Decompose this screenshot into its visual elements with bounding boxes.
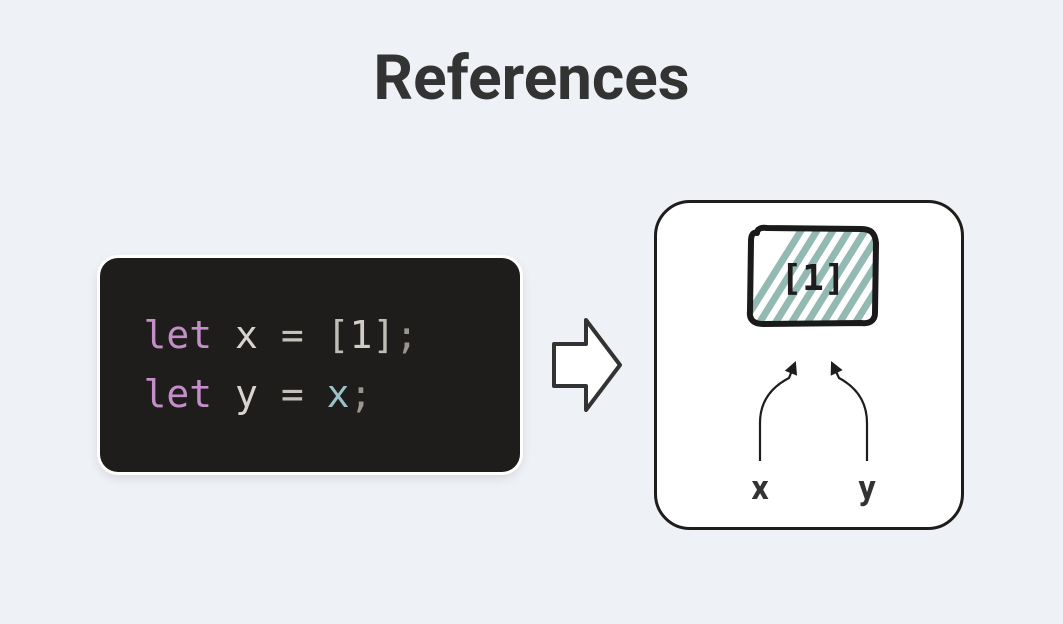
code-close-bracket: ] (372, 313, 395, 357)
code-semi: ; (395, 313, 418, 357)
code-eq: = (281, 372, 304, 416)
code-semi: ; (349, 372, 372, 416)
var-x-label: x (751, 468, 769, 508)
code-var-name: x (235, 313, 258, 357)
code-eq: = (281, 313, 304, 357)
code-keyword: let (144, 313, 213, 357)
code-line-1: let x = [1]; (144, 306, 476, 365)
code-var-name: y (235, 372, 258, 416)
slide-content: let x = [1]; let y = x; (0, 200, 1063, 530)
memory-value: [1] (780, 258, 845, 299)
code-number: 1 (349, 313, 372, 357)
slide-title: References (0, 0, 1063, 115)
slide: References let x = [1]; let y = x; (0, 0, 1063, 624)
code-reference: x (327, 372, 350, 416)
code-keyword: let (144, 372, 213, 416)
code-block: let x = [1]; let y = x; (100, 258, 520, 472)
code-open-bracket: [ (327, 313, 350, 357)
reference-diagram: [1] x y (654, 200, 964, 530)
var-y-label: y (858, 468, 876, 508)
code-line-2: let y = x; (144, 365, 476, 424)
arrow-icon (548, 310, 626, 420)
